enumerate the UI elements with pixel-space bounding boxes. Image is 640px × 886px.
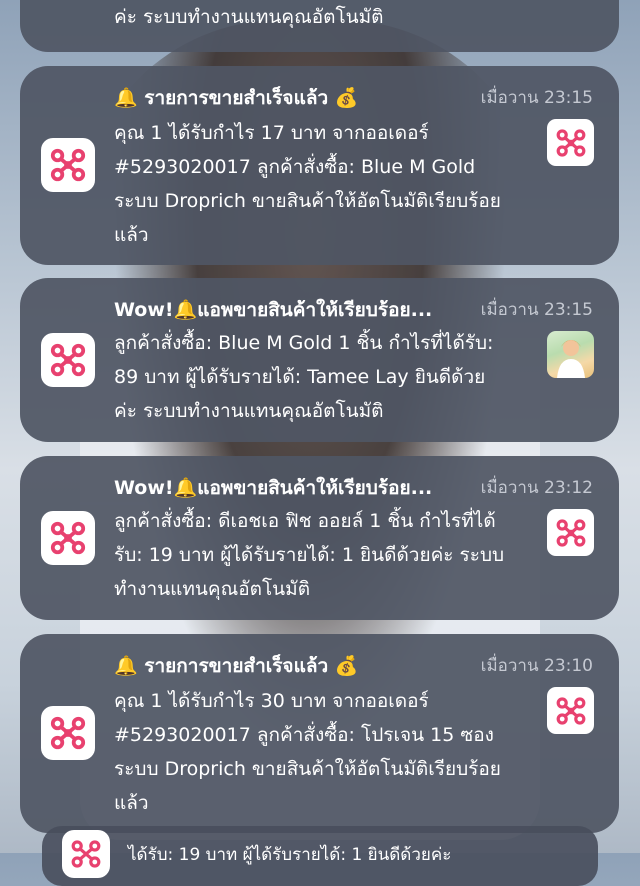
body-line: ระบบ Droprich ขายสินค้าให้อัตโนมัติเรียบ… [114, 758, 501, 780]
notification-card[interactable]: ค่ะ ระบบทำงานแทนคุณอัตโนมัติ [20, 0, 619, 52]
notification-time: เมื่อวาน 23:15 [480, 88, 593, 108]
body-line: รับ: 19 บาท ผู้ได้รับรายได้: 1 ยินดีด้วย… [114, 544, 505, 566]
notification-title: Wow!🔔แอพขายสินค้าให้เรียบร้อย... [114, 477, 433, 499]
app-icon [41, 511, 95, 565]
body-line: แล้ว [114, 792, 149, 814]
bell-icon: 🔔 [173, 299, 198, 321]
notification-card[interactable]: 🔔 รายการขายสำเร็จแล้ว 💰 เมื่อวาน 23:10 ค… [20, 634, 619, 833]
app-icon [62, 830, 110, 878]
app-icon [41, 706, 95, 760]
body-line: #5293020017 ลูกค้าสั่งซื้อ: โปรเจน 15 ซอ… [114, 724, 494, 746]
notification-card[interactable]: Wow!🔔แอพขายสินค้าให้เรียบร้อย... เมื่อวา… [20, 456, 619, 620]
body-line: คุณ 1 ได้รับกำไร 30 บาท จากออเดอร์ [114, 690, 429, 712]
notification-body: ได้รับ: 19 บาท ผู้ได้รับรายได้: 1 ยินดีด… [128, 838, 568, 872]
notification-title: 🔔 รายการขายสำเร็จแล้ว 💰 [114, 87, 359, 109]
money-bag-icon: 💰 [334, 655, 359, 677]
drone-icon [547, 687, 594, 734]
notification-time: เมื่อวาน 23:10 [480, 656, 593, 676]
notification-body: คุณ 1 ได้รับกำไร 30 บาท จากออเดอร์ #5293… [114, 684, 554, 820]
app-icon [41, 138, 95, 192]
notification-body: คุณ 1 ได้รับกำไร 17 บาท จากออเดอร์ #5293… [114, 116, 554, 252]
drone-icon [50, 716, 86, 750]
body-line: ลูกค้าสั่งซื้อ: ดีเอชเอ ฟิช ออยล์ 1 ชิ้น… [114, 510, 496, 532]
notification-time: เมื่อวาน 23:15 [480, 300, 593, 320]
drone-icon [50, 521, 86, 555]
notification-body: ค่ะ ระบบทำงานแทนคุณอัตโนมัติ [114, 0, 554, 34]
body-line: ค่ะ ระบบทำงานแทนคุณอัตโนมัติ [114, 6, 384, 28]
notification-time: เมื่อวาน 23:12 [480, 478, 593, 498]
body-line: ค่ะ ระบบทำงานแทนคุณอัตโนมัติ [114, 400, 384, 422]
drone-icon [547, 509, 594, 556]
notification-card[interactable]: Wow!🔔แอพขายสินค้าให้เรียบร้อย... เมื่อวา… [20, 278, 619, 442]
body-line: 89 บาท ผู้ได้รับรายได้: Tamee Lay ยินดีด… [114, 366, 486, 388]
body-line: ได้รับ: 19 บาท ผู้ได้รับรายได้: 1 ยินดีด… [128, 845, 452, 865]
drone-icon [71, 840, 101, 868]
body-line: ทำงานแทนคุณอัตโนมัติ [114, 578, 311, 600]
body-line: คุณ 1 ได้รับกำไร 17 บาท จากออเดอร์ [114, 122, 429, 144]
bell-icon: 🔔 [173, 477, 198, 499]
body-line: แล้ว [114, 224, 149, 246]
bell-icon: 🔔 [114, 87, 138, 109]
drone-icon [50, 343, 86, 377]
notification-title: Wow!🔔แอพขายสินค้าให้เรียบร้อย... [114, 299, 433, 321]
bell-icon: 🔔 [114, 655, 138, 677]
body-line: ระบบ Droprich ขายสินค้าให้อัตโนมัติเรียบ… [114, 190, 501, 212]
notification-title: 🔔 รายการขายสำเร็จแล้ว 💰 [114, 655, 359, 677]
money-bag-icon: 💰 [334, 87, 359, 109]
app-icon [41, 333, 95, 387]
drone-icon [50, 148, 86, 182]
photo-thumbnail [547, 331, 594, 378]
notification-body: ลูกค้าสั่งซื้อ: Blue M Gold 1 ชิ้น กำไรท… [114, 326, 554, 428]
notification-body: ลูกค้าสั่งซื้อ: ดีเอชเอ ฟิช ออยล์ 1 ชิ้น… [114, 504, 554, 606]
notification-card[interactable]: ได้รับ: 19 บาท ผู้ได้รับรายได้: 1 ยินดีด… [42, 826, 598, 886]
drone-icon [547, 119, 594, 166]
body-line: #5293020017 ลูกค้าสั่งซื้อ: Blue M Gold [114, 156, 476, 178]
body-line: ลูกค้าสั่งซื้อ: Blue M Gold 1 ชิ้น กำไรท… [114, 332, 494, 354]
notification-card[interactable]: 🔔 รายการขายสำเร็จแล้ว 💰 เมื่อวาน 23:15 ค… [20, 66, 619, 265]
